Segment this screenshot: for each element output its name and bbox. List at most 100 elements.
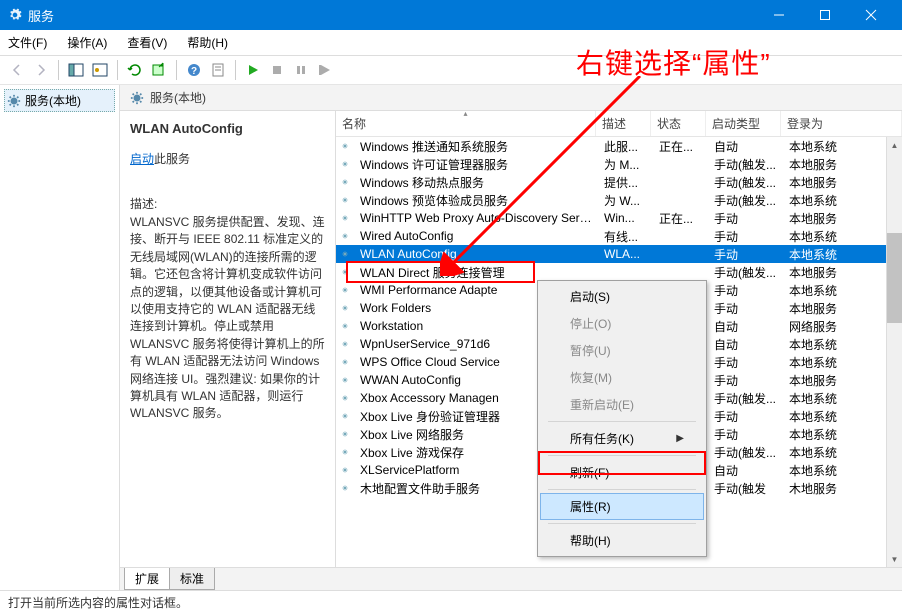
scroll-up-button[interactable]: ▲ (887, 137, 902, 153)
gear-icon (336, 264, 354, 280)
service-status (653, 235, 708, 237)
service-name: Wired AutoConfig (354, 228, 598, 244)
maximize-button[interactable] (802, 0, 848, 30)
gear-icon (7, 94, 21, 108)
start-service-button[interactable] (242, 59, 264, 81)
minimize-button[interactable] (756, 0, 802, 30)
service-desc: 此服... (598, 137, 653, 156)
tab-extended[interactable]: 扩展 (124, 568, 170, 590)
context-menu-item: 恢复(M) (540, 364, 704, 391)
service-status: 正在... (653, 137, 708, 156)
context-menu-item[interactable]: 属性(R) (540, 493, 704, 520)
tree-pane: 服务(本地) (0, 85, 120, 590)
service-logon: 本地系统 (783, 245, 902, 264)
scroll-down-button[interactable]: ▼ (887, 551, 902, 567)
gear-icon (336, 462, 354, 478)
service-logon: 本地服务 (783, 263, 902, 282)
service-logon: 本地服务 (783, 371, 902, 390)
refresh-button[interactable] (124, 59, 146, 81)
service-startup: 手动 (708, 281, 783, 300)
export-button[interactable] (148, 59, 170, 81)
service-name: WinHTTP Web Proxy Auto-Discovery Serv... (354, 210, 598, 226)
gear-icon (336, 138, 354, 154)
gear-icon (336, 246, 354, 262)
service-desc (598, 271, 653, 273)
desc-body: WLANSVC 服务提供配置、发现、连接、断开与 IEEE 802.11 标准定… (130, 214, 327, 423)
context-menu-item[interactable]: 刷新(F) (540, 459, 704, 486)
service-status (653, 271, 708, 273)
column-name[interactable]: ▴名称 (336, 111, 596, 136)
service-startup: 自动 (708, 335, 783, 354)
column-logon[interactable]: 登录为 (781, 111, 902, 136)
export-list-button[interactable] (89, 59, 111, 81)
column-startup[interactable]: 启动类型 (706, 111, 781, 136)
column-status[interactable]: 状态 (651, 111, 706, 136)
scroll-thumb[interactable] (887, 233, 902, 323)
service-row[interactable]: Wired AutoConfig有线...手动本地系统 (336, 227, 902, 245)
back-button[interactable] (6, 59, 28, 81)
gear-icon (336, 372, 354, 388)
pause-service-button[interactable] (290, 59, 312, 81)
close-button[interactable] (848, 0, 894, 30)
forward-button[interactable] (30, 59, 52, 81)
menu-help[interactable]: 帮助(H) (183, 32, 232, 53)
desc-label: 描述: (130, 195, 327, 212)
service-desc: 提供... (598, 173, 653, 192)
service-logon: 本地服务 (783, 299, 902, 318)
gear-icon (336, 426, 354, 442)
show-hide-tree-button[interactable] (65, 59, 87, 81)
service-row[interactable]: WLAN AutoConfigWLA...手动本地系统 (336, 245, 902, 263)
service-logon: 本地服务 (783, 173, 902, 192)
column-desc[interactable]: 描述 (596, 111, 651, 136)
service-startup: 手动(触发... (708, 191, 783, 210)
service-startup: 手动(触发 (708, 479, 783, 498)
menu-file[interactable]: 文件(F) (4, 32, 51, 53)
stop-service-button[interactable] (266, 59, 288, 81)
gear-icon (336, 480, 354, 496)
service-logon: 本地系统 (783, 407, 902, 426)
svg-text:?: ? (191, 66, 197, 77)
service-status (653, 181, 708, 183)
window-title: 服务 (28, 6, 756, 25)
service-name: WLAN AutoConfig (354, 246, 598, 262)
chevron-right-icon: ▶ (676, 433, 684, 444)
properties-button[interactable] (207, 59, 229, 81)
gear-icon (336, 354, 354, 370)
restart-service-button[interactable] (314, 59, 336, 81)
menu-view[interactable]: 查看(V) (123, 32, 171, 53)
service-logon: 本地系统 (783, 443, 902, 462)
service-logon: 本地系统 (783, 461, 902, 480)
service-row[interactable]: Windows 许可证管理器服务为 M...手动(触发...本地服务 (336, 155, 902, 173)
service-logon: 本地系统 (783, 389, 902, 408)
service-startup: 手动(触发... (708, 173, 783, 192)
service-row[interactable]: Windows 移动热点服务提供...手动(触发...本地服务 (336, 173, 902, 191)
service-startup: 手动 (708, 371, 783, 390)
services-header-label: 服务(本地) (150, 89, 206, 106)
service-name: WLAN Direct 服务连接管理 (354, 263, 598, 282)
gear-icon (336, 390, 354, 406)
tree-root-services[interactable]: 服务(本地) (4, 89, 115, 112)
start-service-link[interactable]: 启动此服务 (130, 150, 327, 167)
help-button[interactable]: ? (183, 59, 205, 81)
context-menu-item[interactable]: 启动(S) (540, 283, 704, 310)
service-startup: 自动 (708, 461, 783, 480)
context-menu-item[interactable]: 帮助(H) (540, 527, 704, 554)
service-startup: 自动 (708, 317, 783, 336)
service-logon: 本地系统 (783, 335, 902, 354)
menu-action[interactable]: 操作(A) (63, 32, 111, 53)
service-desc: WLA... (598, 246, 653, 262)
service-desc: 为 W... (598, 191, 653, 210)
service-startup: 手动 (708, 209, 783, 228)
annotation-text: 右键选择“属性” (576, 42, 771, 82)
service-startup: 手动(触发... (708, 263, 783, 282)
vertical-scrollbar[interactable]: ▲ ▼ (886, 137, 902, 567)
context-menu-item[interactable]: 所有任务(K)▶ (540, 425, 704, 452)
service-row[interactable]: Windows 推送通知系统服务此服...正在...自动本地系统 (336, 137, 902, 155)
service-row[interactable]: WLAN Direct 服务连接管理 手动(触发...本地服务 (336, 263, 902, 281)
service-startup: 手动 (708, 425, 783, 444)
detail-tabs: 扩展 标准 (120, 567, 902, 590)
service-row[interactable]: Windows 预览体验成员服务为 W...手动(触发...本地系统 (336, 191, 902, 209)
gear-icon (336, 156, 354, 172)
tab-standard[interactable]: 标准 (169, 568, 215, 590)
service-row[interactable]: WinHTTP Web Proxy Auto-Discovery Serv...… (336, 209, 902, 227)
